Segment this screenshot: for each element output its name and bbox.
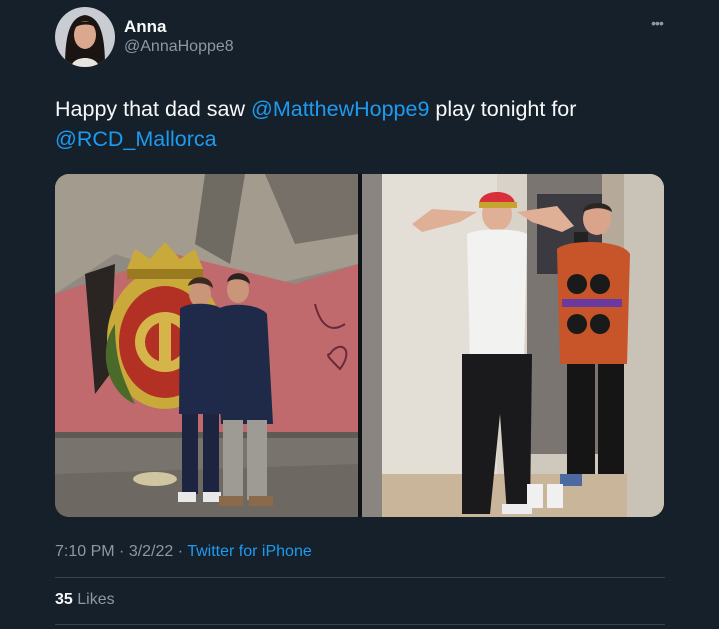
tweet-text-part: Happy that dad saw — [55, 97, 252, 121]
mention-link[interactable]: @MatthewHoppe9 — [251, 97, 429, 121]
likes-stat[interactable]: 35 Likes — [55, 591, 115, 609]
avatar[interactable] — [55, 7, 115, 67]
tweet-source-link[interactable]: Twitter for iPhone — [187, 543, 312, 560]
divider — [55, 577, 665, 578]
photo-left[interactable] — [55, 174, 358, 517]
tweet-text-part: play tonight for — [429, 97, 577, 121]
author-handle[interactable]: @AnnaHoppe8 — [124, 38, 234, 56]
likes-label: Likes — [77, 591, 115, 608]
tweet-time[interactable]: 7:10 PM — [55, 543, 115, 560]
meta-separator: · — [114, 543, 129, 560]
tweet-meta: 7:10 PM · 3/2/22 · Twitter for iPhone — [55, 543, 312, 561]
divider — [55, 624, 665, 625]
likes-count: 35 — [55, 591, 73, 608]
media-grid — [55, 174, 664, 517]
tweet-text: Happy that dad saw @MatthewHoppe9 play t… — [55, 94, 665, 154]
tweet: Anna @AnnaHoppe8 ••• Happy that dad saw … — [0, 0, 719, 629]
mention-link[interactable]: @RCD_Mallorca — [55, 127, 217, 151]
meta-separator: · — [173, 543, 188, 560]
more-horizontal-icon[interactable]: ••• — [646, 12, 668, 34]
tweet-date[interactable]: 3/2/22 — [129, 543, 173, 560]
photo-right[interactable] — [362, 174, 664, 517]
author-name[interactable]: Anna — [124, 17, 167, 37]
